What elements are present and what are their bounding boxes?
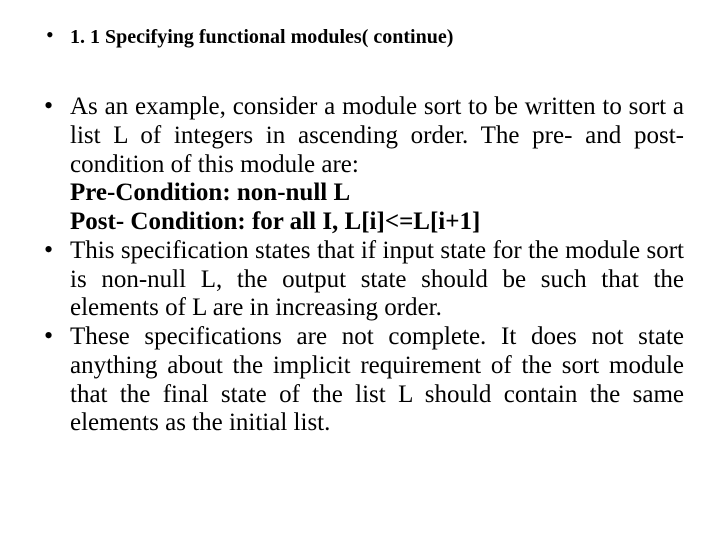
slide-heading: 1. 1 Specifying functional modules( cont… — [70, 26, 453, 48]
bullet-incomplete: These specifications are not complete. I… — [36, 323, 684, 438]
bullet-intro: As an example, consider a module sort to… — [36, 93, 684, 179]
heading-list: 1. 1 Specifying functional modules( cont… — [36, 24, 684, 51]
post-condition: Post- Condition: for all I, L[i]<=L[i+1] — [36, 208, 684, 237]
heading-item: 1. 1 Specifying functional modules( cont… — [36, 24, 684, 51]
body-list: As an example, consider a module sort to… — [36, 93, 684, 179]
body-list-2: This specification states that if input … — [36, 237, 684, 438]
bullet-spec-states: This specification states that if input … — [36, 237, 684, 323]
slide: 1. 1 Specifying functional modules( cont… — [0, 0, 720, 540]
spacer — [36, 59, 684, 93]
pre-condition: Pre-Condition: non-null L — [36, 179, 684, 208]
